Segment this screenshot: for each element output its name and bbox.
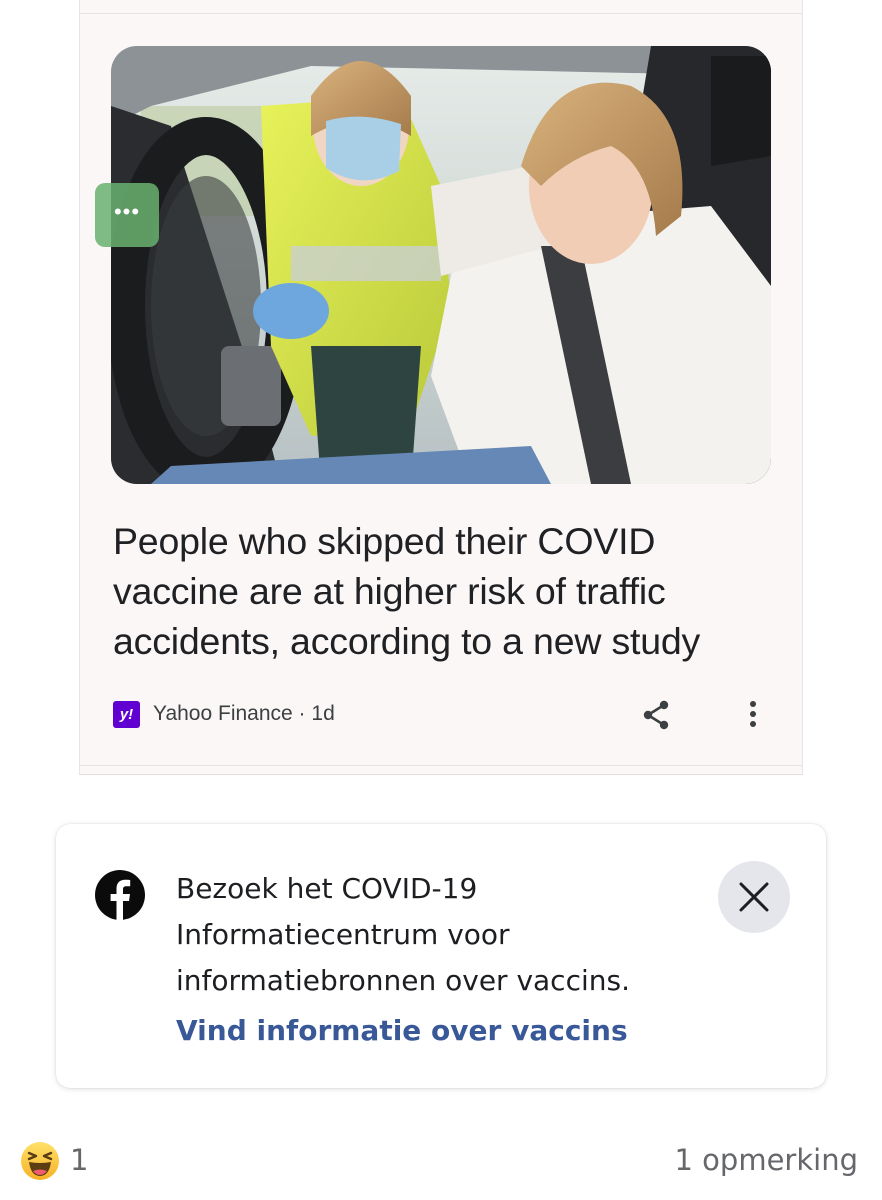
article-source-meta[interactable]: Yahoo Finance · 1d (153, 702, 335, 726)
post-page: ••• People who skipped their COVID vacci… (0, 0, 882, 1200)
news-article-card[interactable]: ••• People who skipped their COVID vacci… (79, 0, 803, 775)
article-image[interactable] (111, 46, 771, 484)
divider (80, 765, 802, 766)
yahoo-logo-icon: y! (113, 701, 140, 728)
article-age: 1d (311, 702, 335, 725)
more-vert-icon[interactable] (745, 698, 761, 732)
share-icon[interactable] (639, 698, 673, 732)
more-horizontal-icon: ••• (113, 199, 141, 224)
source-separator: · (292, 702, 312, 725)
close-button[interactable] (718, 861, 790, 933)
covid-info-card: Bezoek het COVID-19 Informatiecentrum vo… (56, 824, 826, 1088)
article-headline[interactable]: People who skipped their COVID vaccine a… (113, 516, 773, 666)
divider (80, 13, 802, 14)
close-icon (739, 882, 769, 912)
article-source-row: y! Yahoo Finance · 1d (113, 700, 773, 730)
comment-count-link[interactable]: 1 opmerking (675, 1143, 858, 1177)
overflow-menu-chip[interactable]: ••• (95, 183, 159, 247)
laughing-emoji-icon[interactable] (20, 1141, 60, 1181)
find-vaccine-info-link[interactable]: Vind informatie over vaccins (176, 1008, 628, 1054)
source-name: Yahoo Finance (153, 702, 293, 725)
info-message: Bezoek het COVID-19 Informatiecentrum vo… (176, 872, 630, 997)
reaction-count[interactable]: 1 (70, 1143, 88, 1177)
facebook-icon (95, 870, 145, 921)
